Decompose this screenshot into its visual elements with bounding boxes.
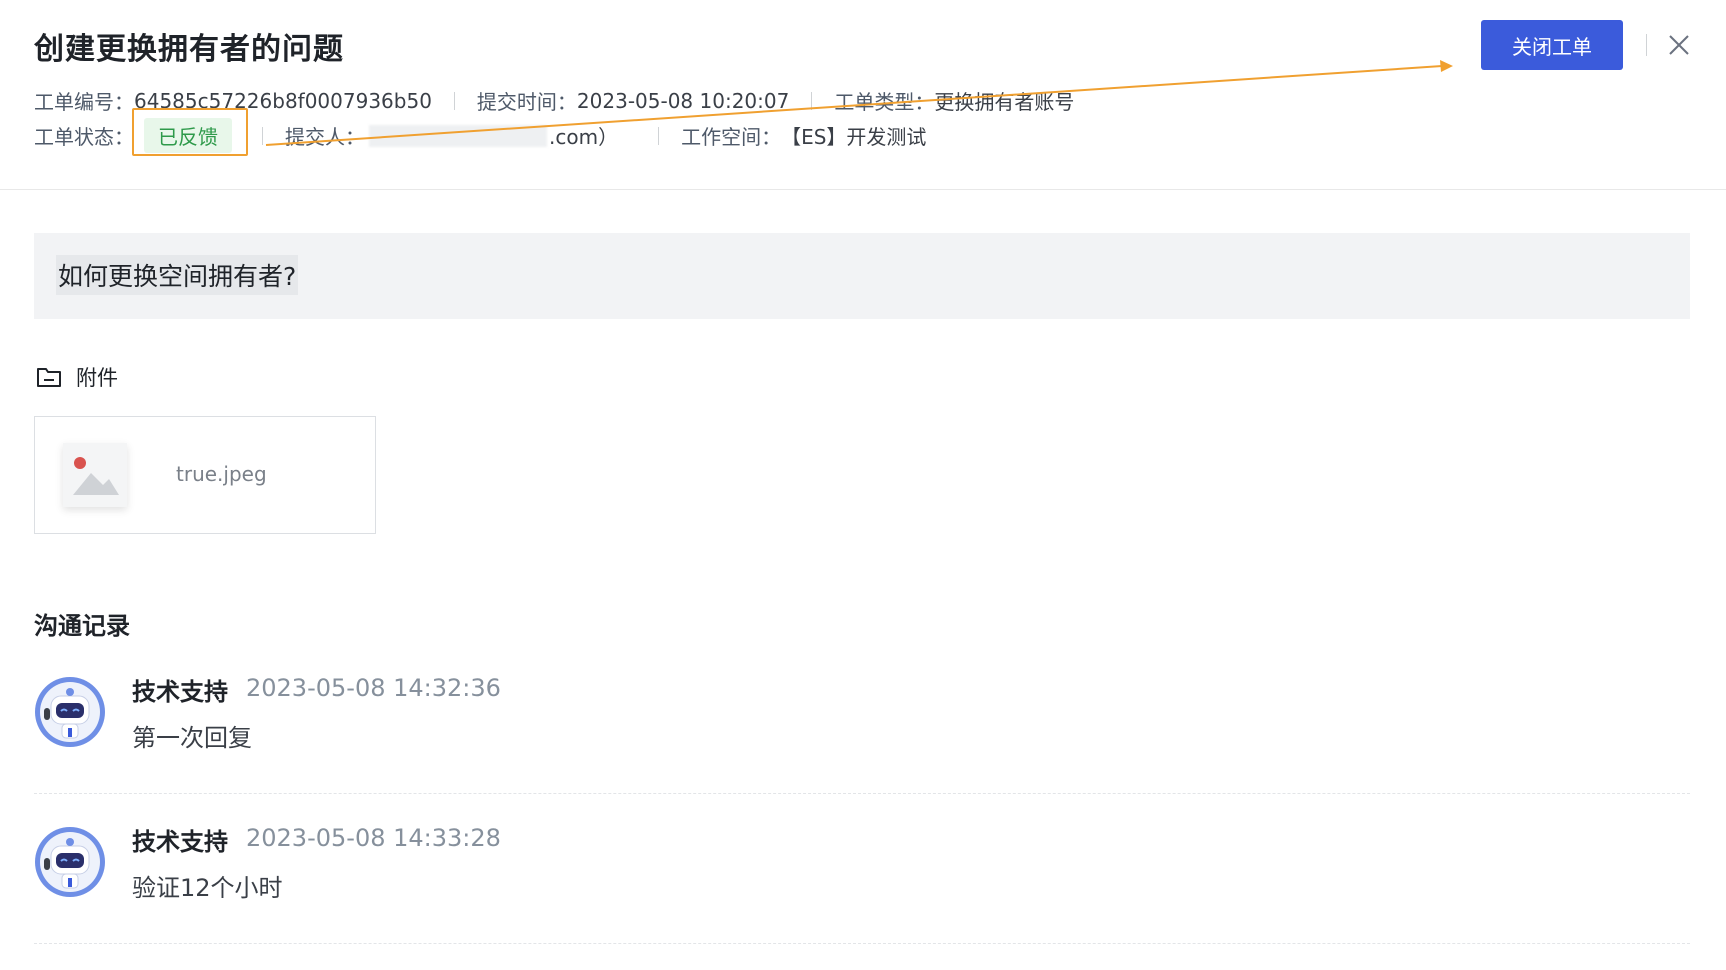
image-icon	[73, 457, 119, 495]
record-content: 验证12个小时	[132, 874, 283, 902]
attachment-file-card[interactable]: true.jpeg	[34, 416, 376, 534]
submitter-label: 提交人：	[285, 125, 365, 149]
ticket-status-label: 工单状态：	[34, 125, 134, 149]
ticket-type-label: 工单类型：	[834, 90, 935, 114]
submit-time: 提交时间： 2023-05-08 10:20:07	[477, 86, 789, 115]
record-author: 技术支持	[132, 828, 228, 856]
image-thumbnail	[63, 443, 127, 507]
divider	[262, 126, 263, 145]
attachments-label: 附件	[76, 366, 118, 390]
divider	[453, 91, 455, 110]
annotation-highlight-box	[132, 108, 248, 156]
submit-time-value: 2023-05-08 10:20:07	[576, 88, 790, 113]
ticket-type: 工单类型： 更换拥有者账号	[834, 86, 1074, 115]
record-time: 2023-05-08 14:33:28	[246, 824, 501, 852]
workspace: 工作空间： 【ES】开发测试	[681, 121, 926, 150]
record-time: 2023-05-08 14:32:36	[246, 674, 501, 702]
record-content: 第一次回复	[132, 724, 252, 752]
submitter: 提交人： .com）	[285, 121, 618, 150]
page-title: 创建更换拥有者的问题	[34, 32, 344, 67]
divider	[1646, 34, 1647, 56]
question-box: 如何更换空间拥有者?	[34, 233, 1690, 319]
divider	[811, 91, 813, 110]
workspace-label: 工作空间：	[681, 125, 782, 149]
robot-avatar-icon	[35, 827, 105, 897]
submitter-redacted	[369, 124, 547, 147]
file-name: true.jpeg	[176, 462, 267, 486]
attachments-header: 附件	[36, 362, 118, 392]
meta-row-2: 工单状态： 已反馈 提交人： .com） 工作空间： 【ES】开发测试	[34, 108, 926, 156]
divider	[658, 126, 660, 145]
close-ticket-button[interactable]: 关闭工单	[1481, 20, 1623, 70]
record-author: 技术支持	[132, 678, 228, 706]
ticket-status: 工单状态： 已反馈	[34, 108, 248, 156]
submitter-suffix: .com）	[549, 125, 619, 149]
workspace-value: 【ES】开发测试	[781, 125, 927, 149]
folder-icon	[37, 368, 61, 387]
submit-time-label: 提交时间：	[476, 90, 577, 114]
robot-avatar-icon	[35, 677, 105, 747]
records-title: 沟通记录	[34, 612, 130, 640]
ticket-id-label: 工单编号：	[34, 90, 134, 114]
ticket-header: 创建更换拥有者的问题 工单编号： 64585c57226b8f0007936b5…	[0, 0, 1726, 190]
close-icon[interactable]	[1666, 32, 1692, 58]
record-item: 技术支持 2023-05-08 14:33:28 验证12个小时	[34, 806, 1690, 944]
record-item: 技术支持 2023-05-08 14:32:36 第一次回复	[34, 656, 1690, 794]
status-badge-wrap: 已反馈	[132, 108, 248, 156]
ticket-type-value: 更换拥有者账号	[934, 90, 1075, 114]
question-text: 如何更换空间拥有者?	[56, 255, 299, 295]
